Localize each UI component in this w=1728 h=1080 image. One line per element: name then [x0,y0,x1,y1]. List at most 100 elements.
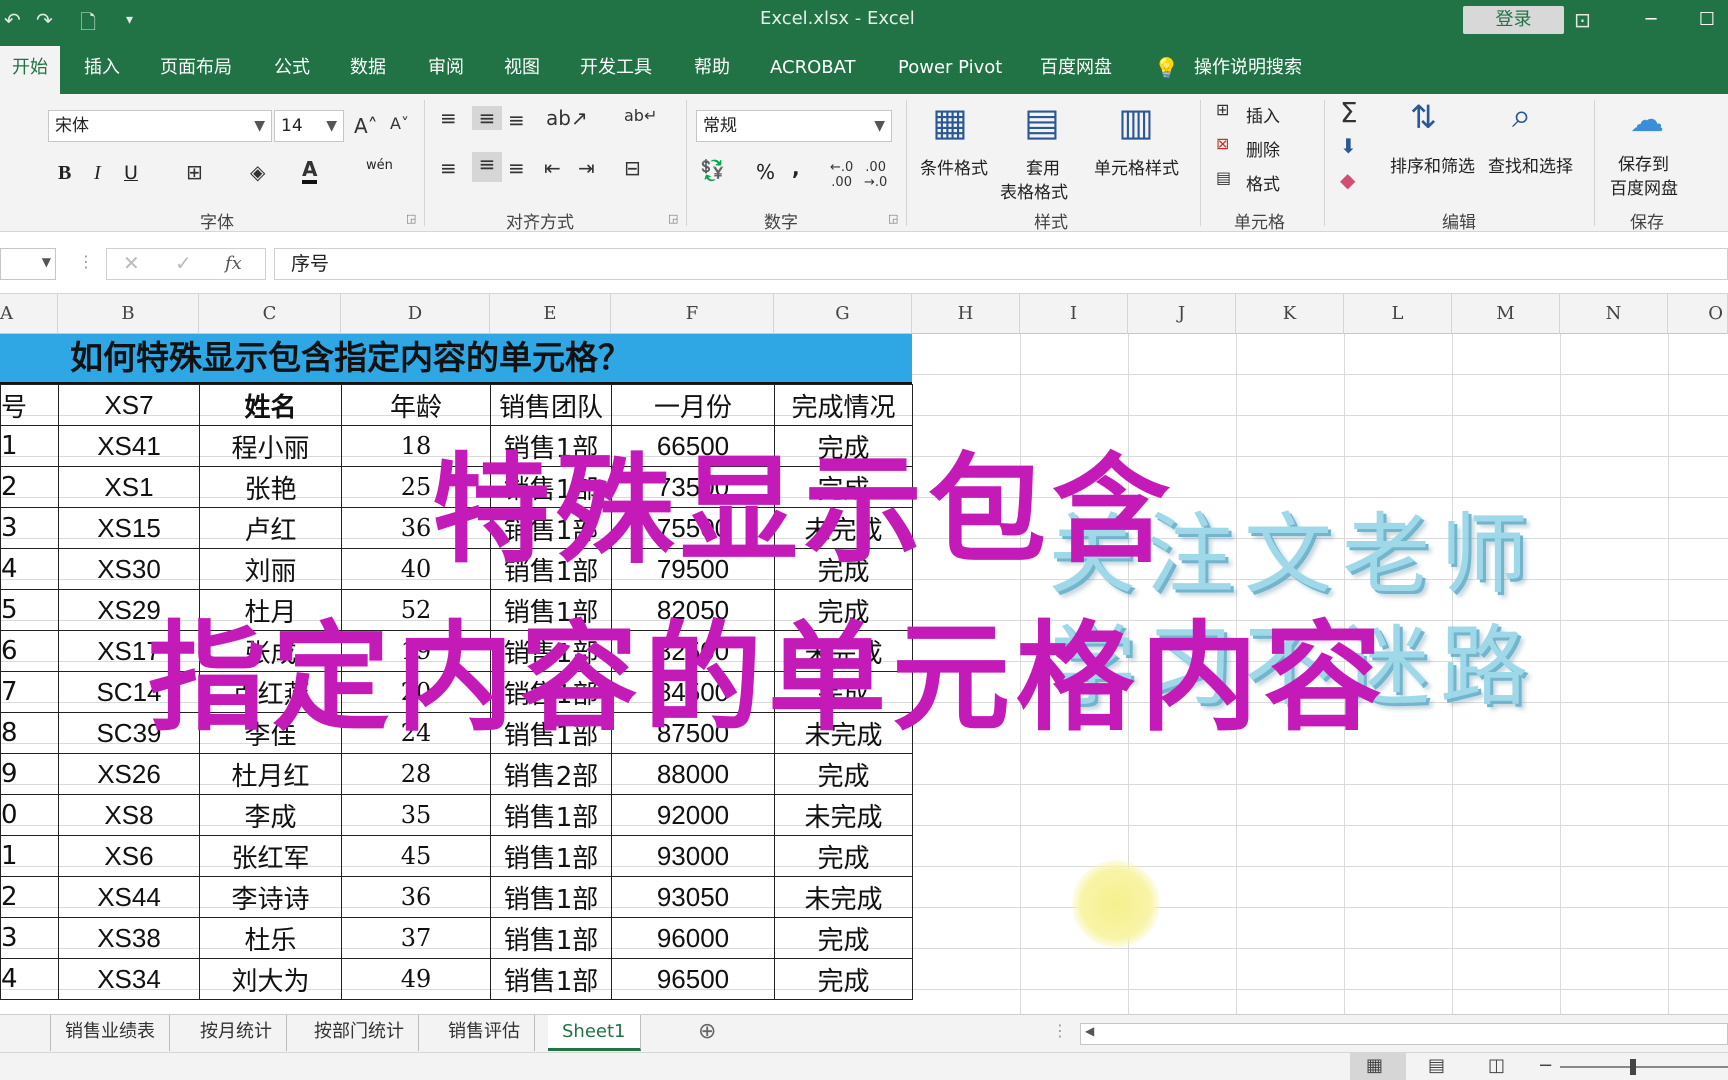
column-header-m[interactable]: M [1452,294,1560,334]
cell-id[interactable]: XS1 [59,467,200,508]
fill-color-icon[interactable]: ◈ [250,160,265,184]
zoom-slider-thumb[interactable] [1630,1059,1636,1075]
cell-seq[interactable]: 2 [1,467,59,508]
merge-center-icon[interactable]: ⊟ [624,156,641,180]
align-top-icon[interactable]: ≡ [440,106,457,130]
cell-team[interactable]: 销售1部 [491,836,612,877]
autosum-icon[interactable]: Σ [1340,96,1358,129]
new-file-icon[interactable]: 🗋 [80,8,96,42]
cell-seq[interactable]: 1 [1,426,59,467]
cell-january[interactable]: 93050 [612,877,775,918]
tab-acrobat[interactable]: ACROBAT [770,46,856,94]
conditional-format-button[interactable]: 条件格式 [920,154,988,179]
cell-id[interactable]: XS38 [59,918,200,959]
align-center-icon[interactable]: ≡ [472,152,502,182]
cell-seq[interactable]: 8 [1,713,59,754]
cell-age[interactable]: 35 [342,795,491,836]
cell-status[interactable]: 完成 [775,754,913,795]
ribbon-display-icon[interactable]: ⊡ [1574,8,1591,32]
sheet-title-cell[interactable]: 如何特殊显示包含指定内容的单元格？ [0,334,912,384]
cell-name[interactable]: 程小丽 [200,426,342,467]
sheet-tab-monthly[interactable]: 按月统计 [186,1015,287,1051]
cell-id[interactable]: XS26 [59,754,200,795]
cell-name[interactable]: 杜乐 [200,918,342,959]
table-format-button-line2[interactable]: 表格格式 [1000,178,1068,203]
cell-name[interactable]: 卢红 [200,508,342,549]
column-header-g[interactable]: G [774,294,912,334]
increase-font-icon[interactable]: A˄ [354,114,378,138]
sheet-tab-evaluation[interactable]: 销售评估 [434,1015,535,1051]
increase-decimal-icon[interactable]: ←.0.00 [830,160,853,190]
tell-me-search[interactable]: 操作说明搜索 [1194,46,1302,94]
column-header-d[interactable]: D [341,294,490,334]
delete-cells-button[interactable]: 删除 [1246,136,1280,161]
format-cells-button[interactable]: 格式 [1246,170,1280,195]
tab-help[interactable]: 帮助 [694,46,730,94]
cell-age[interactable]: 36 [342,877,491,918]
header-cell-id[interactable]: XS7 [59,385,200,426]
increase-indent-icon[interactable]: ⇥ [578,156,595,180]
decrease-decimal-icon[interactable]: .00→.0 [864,160,887,190]
cell-team[interactable]: 销售1部 [491,877,612,918]
cell-name[interactable]: 张艳 [200,467,342,508]
comma-button[interactable]: , [792,156,800,180]
cell-seq[interactable]: 3 [1,918,59,959]
align-middle-icon[interactable]: ≡ [472,106,502,130]
fill-icon[interactable]: ⬇ [1340,134,1357,158]
cell-age[interactable]: 37 [342,918,491,959]
worksheet-grid[interactable]: 如何特殊显示包含指定内容的单元格？ 号 XS7 姓名 年龄 销售团队 一月份 完… [0,334,1728,1014]
cell-id[interactable]: XS44 [59,877,200,918]
page-break-view-icon[interactable]: ◫ [1488,1055,1505,1076]
customize-qat-icon[interactable]: ▾ [126,12,133,28]
save-baidu-line2[interactable]: 百度网盘 [1610,174,1678,199]
cell-january[interactable]: 96000 [612,918,775,959]
cell-id[interactable]: XS15 [59,508,200,549]
sheet-tab-department[interactable]: 按部门统计 [300,1015,419,1051]
restore-button[interactable]: ☐ [1686,0,1728,46]
cell-team[interactable]: 销售1部 [491,795,612,836]
cell-january[interactable]: 88000 [612,754,775,795]
dialog-launcher-icon[interactable]: ◲ [668,212,678,225]
tab-formulas[interactable]: 公式 [274,46,310,94]
cell-name[interactable]: 刘大为 [200,959,342,1000]
tab-page-layout[interactable]: 页面布局 [160,46,232,94]
cell-style-icon[interactable]: ▥ [1118,100,1154,144]
find-icon[interactable]: ⌕ [1512,96,1531,136]
zoom-out-icon[interactable]: − [1538,1055,1553,1076]
underline-button[interactable]: U [124,162,138,184]
currency-icon[interactable]: 💱 [700,158,725,182]
insert-cells-button[interactable]: 插入 [1246,102,1280,127]
align-bottom-icon[interactable]: ≡ [508,108,525,132]
insert-function-button[interactable]: fx [225,253,242,274]
cell-status[interactable]: 完成 [775,836,913,877]
cell-id[interactable]: XS8 [59,795,200,836]
formula-input[interactable]: 序号 [274,248,1728,280]
header-cell-seq[interactable]: 号 [1,385,59,426]
tab-insert[interactable]: 插入 [84,46,120,94]
decrease-font-icon[interactable]: A˅ [390,114,409,133]
cell-status[interactable]: 未完成 [775,795,913,836]
wrap-text-icon[interactable]: ab↵ [624,106,657,125]
cell-seq[interactable]: 7 [1,672,59,713]
cell-seq[interactable]: 4 [1,959,59,1000]
column-header-h[interactable]: H [912,294,1020,334]
sort-filter-button[interactable]: 排序和筛选 [1390,152,1475,177]
phonetic-button[interactable]: wén [366,158,393,173]
name-box[interactable]: ▼ [0,248,56,280]
login-button[interactable]: 登录 [1463,6,1564,34]
column-header-e[interactable]: E [490,294,611,334]
find-select-button[interactable]: 查找和选择 [1488,152,1573,177]
sheet-tab-sales[interactable]: 销售业绩表 [50,1015,170,1051]
column-header-b[interactable]: B [58,294,199,334]
bold-button[interactable]: B [58,162,71,185]
cell-seq[interactable]: 2 [1,877,59,918]
font-color-icon[interactable]: A [302,158,317,184]
cell-team[interactable]: 销售1部 [491,918,612,959]
tab-view[interactable]: 视图 [504,46,540,94]
cancel-icon[interactable]: ✕ [123,251,140,275]
number-format-select[interactable]: 常规▼ [696,110,892,142]
column-header-n[interactable]: N [1560,294,1668,334]
page-layout-view-icon[interactable]: ▤ [1428,1055,1445,1076]
normal-view-icon[interactable]: ▦ [1366,1055,1383,1076]
cell-status[interactable]: 完成 [775,959,913,1000]
